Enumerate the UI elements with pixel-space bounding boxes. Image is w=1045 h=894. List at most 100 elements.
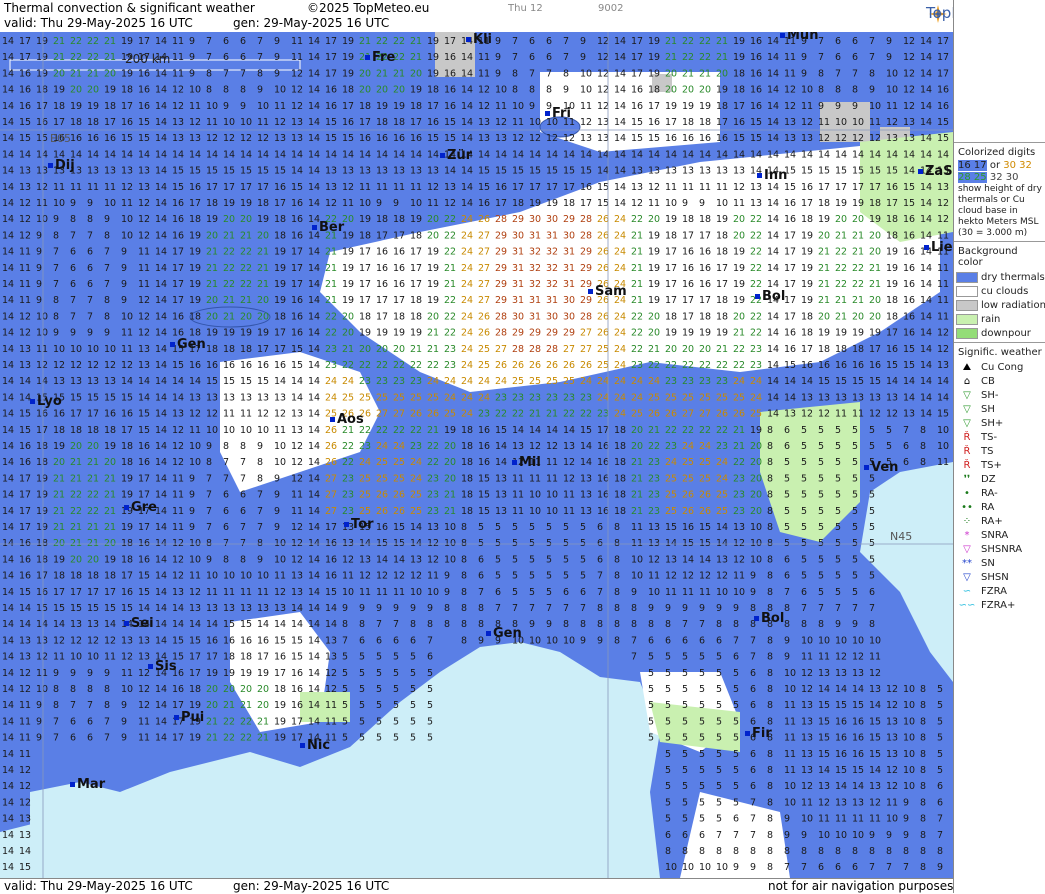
- city-bol-north[interactable]: Bol: [755, 289, 785, 304]
- grid-value: 12: [36, 360, 48, 371]
- city-lie[interactable]: Lie: [924, 240, 953, 255]
- grid-value: 18: [274, 214, 286, 225]
- city-fre[interactable]: Fre: [365, 50, 395, 65]
- grid-value: 22: [580, 409, 592, 420]
- color-swatch: [956, 327, 978, 339]
- grid-value: 16: [19, 457, 31, 468]
- grid-value: 13: [87, 376, 99, 387]
- grid-value: 17: [138, 36, 150, 47]
- city-dij[interactable]: Dij: [48, 158, 75, 173]
- city-mar[interactable]: Mar: [70, 777, 105, 792]
- city-gen-geneva[interactable]: Gen: [170, 337, 206, 352]
- city-nic[interactable]: Nic: [300, 738, 330, 753]
- grid-value: 14: [750, 149, 762, 160]
- city-aos[interactable]: Aos: [330, 412, 364, 427]
- grid-value: 30: [546, 311, 558, 322]
- grid-value: 5: [716, 684, 722, 695]
- grid-value: 10: [801, 85, 813, 96]
- footer-valid: valid: Thu 29-May-2025 16 UTC: [4, 879, 193, 893]
- grid-value: 12: [274, 117, 286, 128]
- grid-value: 12: [733, 182, 745, 193]
- city-gen-genoa[interactable]: Gen: [486, 626, 522, 641]
- grid-value: 12: [444, 198, 456, 209]
- grid-value: 14: [767, 360, 779, 371]
- grid-value: 11: [19, 247, 31, 258]
- city-gre[interactable]: Gre: [124, 500, 157, 515]
- grid-value: 5: [886, 425, 892, 436]
- city-zas[interactable]: ZaS: [918, 164, 953, 179]
- grid-value: 11: [733, 571, 745, 582]
- grid-value: 20: [87, 85, 99, 96]
- grid-value: 15: [121, 603, 133, 614]
- grid-value: 14: [937, 376, 949, 387]
- grid-value: 13: [138, 344, 150, 355]
- grid-value: 8: [869, 846, 875, 857]
- grid-value: 9: [801, 830, 807, 841]
- grid-value: 27: [325, 473, 337, 484]
- grid-value: 17: [291, 716, 303, 727]
- city-bol-south[interactable]: Bol: [754, 611, 784, 626]
- grid-value: 7: [580, 603, 586, 614]
- grid-value: 21: [53, 490, 65, 501]
- city-fri[interactable]: Fri: [545, 106, 571, 121]
- city-inn[interactable]: Inn: [757, 168, 787, 183]
- city-sis[interactable]: Sis: [148, 659, 177, 674]
- grid-value: 11: [546, 457, 558, 468]
- city-sei[interactable]: Sei: [124, 616, 154, 631]
- weather-map[interactable]: 14 17 19 21 22 22 21 19 17 14 11 9 7 6 6 7 9 11 14 17 19 21 22…: [0, 32, 953, 878]
- grid-value: 8: [767, 797, 773, 808]
- grid-value: 10: [784, 797, 796, 808]
- grid-value: 5: [410, 716, 416, 727]
- city-zur[interactable]: Zür: [440, 148, 472, 163]
- grid-value: 8: [206, 457, 212, 468]
- grid-value: 15: [835, 166, 847, 177]
- grid-value: 22: [240, 279, 252, 290]
- grid-value: 9: [257, 441, 263, 452]
- grid-value: 17: [359, 295, 371, 306]
- grid-value: 18: [818, 344, 830, 355]
- grid-value: 8: [716, 846, 722, 857]
- grid-value: 10: [835, 117, 847, 128]
- grid-value: 20: [257, 700, 269, 711]
- grid-value: 11: [801, 652, 813, 663]
- city-mil[interactable]: Mil: [512, 455, 541, 470]
- city-fir[interactable]: Fir: [745, 726, 772, 741]
- grid-value: 17: [801, 198, 813, 209]
- bg-legend-item: low radiation: [954, 298, 1045, 312]
- grid-value: 17: [138, 490, 150, 501]
- grid-value: 8: [767, 814, 773, 825]
- grid-value: 14: [291, 166, 303, 177]
- grid-value: 13: [19, 360, 31, 371]
- digit-sample-dry-2: 28 25: [958, 172, 987, 183]
- grid-value: 7: [70, 295, 76, 306]
- grid-value: 16: [835, 360, 847, 371]
- city-ber[interactable]: Ber: [312, 220, 344, 235]
- grid-value: 9: [495, 68, 501, 79]
- grid-value: 19: [342, 247, 354, 258]
- weather-symbol-icon: ••: [961, 501, 973, 513]
- city-lyo[interactable]: Lyo: [30, 394, 62, 409]
- grid-value: 15: [869, 749, 881, 760]
- grid-value: 17: [699, 230, 711, 241]
- grid-value: 12: [801, 668, 813, 679]
- city-kli[interactable]: Kli: [466, 32, 492, 47]
- grid-value: 28: [546, 344, 558, 355]
- grid-value: 15: [274, 635, 286, 646]
- grid-value: 11: [138, 733, 150, 744]
- grid-value: 9: [444, 571, 450, 582]
- grid-value: 23: [733, 473, 745, 484]
- wx-legend-item: ▽ SH+: [954, 416, 1045, 430]
- city-tor[interactable]: Tor: [344, 517, 373, 532]
- grid-value: 7: [495, 603, 501, 614]
- grid-value: 8: [359, 619, 365, 630]
- grid-value: 23: [699, 376, 711, 387]
- grid-value: 8: [461, 635, 467, 646]
- grid-value: 8: [70, 684, 76, 695]
- city-mun[interactable]: Mun: [780, 32, 818, 43]
- grid-value: 5: [546, 554, 552, 565]
- city-sam[interactable]: Sam: [588, 284, 627, 299]
- grid-value: 14: [308, 52, 320, 63]
- city-ven[interactable]: Ven: [864, 460, 898, 475]
- grid-value: 17: [937, 68, 949, 79]
- city-pui[interactable]: Pui: [174, 710, 204, 725]
